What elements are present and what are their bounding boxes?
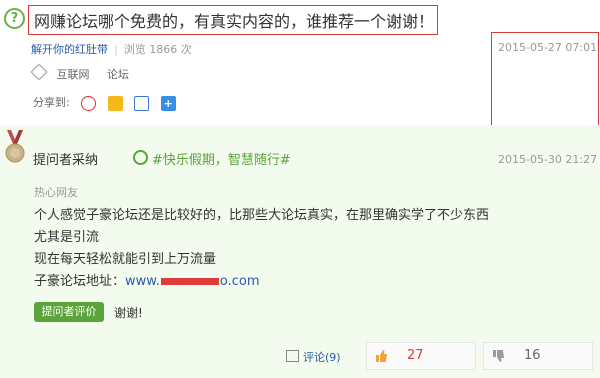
question-meta: 解开你的红肚带 | 浏览 1866 次 xyxy=(31,43,192,56)
adopted-label: 提问者采纳 xyxy=(33,153,99,168)
question-title: 网赚论坛哪个免费的，有真实内容的，谁推荐一个谢谢！ xyxy=(34,12,435,31)
tag-item[interactable]: 论坛 xyxy=(107,68,129,81)
tag-icon xyxy=(30,63,48,81)
thumbs-up-icon xyxy=(376,350,387,362)
comment-link[interactable]: 评论(9) xyxy=(286,349,341,365)
downvote-button[interactable]: 16 xyxy=(483,342,593,370)
answer-line: 个人感觉子豪论坛还是比较好的，比那些大论坛真实，在那里确实学了不少东西 xyxy=(34,208,490,223)
evaluation-text: 谢谢! xyxy=(114,306,143,320)
tag-item[interactable]: 互联网 xyxy=(57,68,90,81)
share-bar: 分享到: + xyxy=(33,94,176,111)
weibo-share-icon[interactable] xyxy=(81,95,97,111)
upvote-button[interactable]: 27 xyxy=(366,342,476,370)
question-date: 2015-05-27 07:01 xyxy=(498,41,598,54)
upvote-count: 27 xyxy=(407,348,424,363)
redaction-mark xyxy=(160,278,219,285)
forum-url-link[interactable]: www. o.com xyxy=(125,274,259,289)
medal-icon xyxy=(5,130,25,163)
answer-date: 2015-05-30 21:27 xyxy=(498,153,598,166)
asker-evaluation-button[interactable]: 提问者评价 xyxy=(34,302,104,322)
author-link[interactable]: 解开你的红肚带 xyxy=(31,43,108,56)
answer-line: 尤其是引流 xyxy=(34,230,100,245)
answer-author: 热心网友 xyxy=(34,186,78,199)
comment-icon xyxy=(286,350,299,362)
downvote-count: 16 xyxy=(524,348,541,363)
comment-count: 评论(9) xyxy=(303,351,341,364)
answer-url-line: 子豪论坛地址：www. o.com xyxy=(34,270,259,289)
tieba-share-icon[interactable] xyxy=(134,95,150,111)
flower-icon xyxy=(133,150,148,165)
qzone-share-icon[interactable] xyxy=(107,95,123,111)
answer-line: 现在每天轻松就能引到上万流量 xyxy=(34,252,217,267)
url-suffix: o.com xyxy=(219,274,260,289)
view-count: 浏览 1866 次 xyxy=(123,43,192,56)
thumbs-down-icon xyxy=(493,350,504,362)
question-icon: ? xyxy=(4,8,25,29)
more-share-icon[interactable]: + xyxy=(160,95,176,111)
share-label: 分享到: xyxy=(33,96,70,109)
tag-list: 互联网 论坛 xyxy=(30,63,143,82)
promo-slogan[interactable]: #快乐假期，智慧随行# xyxy=(133,149,291,168)
url-label: 子豪论坛地址： xyxy=(34,274,126,289)
slogan-text: #快乐假期，智慧随行# xyxy=(152,153,291,168)
url-prefix: www. xyxy=(125,274,160,289)
